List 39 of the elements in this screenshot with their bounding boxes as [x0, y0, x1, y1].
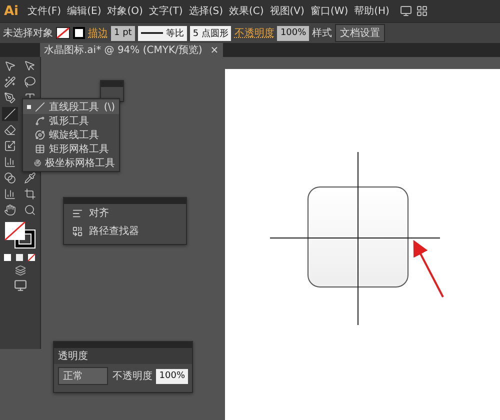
menu-item[interactable]: 帮助(H) — [353, 2, 390, 20]
opacity-label: 不透明度 — [112, 370, 152, 383]
opacity-label[interactable]: 不透明度 — [234, 26, 274, 40]
profile-dropdown[interactable]: 等比 — [138, 26, 187, 40]
panel-item[interactable]: 对齐 — [89, 206, 109, 220]
blend-mode-dropdown[interactable]: 正常 — [58, 367, 108, 385]
app-logo: Ai — [4, 4, 19, 18]
flyout-row[interactable]: 直线段工具 (\) — [23, 100, 119, 114]
panel-item[interactable]: 路径查找器 — [89, 224, 139, 238]
stroke-label[interactable]: 描边 — [88, 26, 108, 40]
stroke-weight-field[interactable]: 1 pt — [111, 26, 135, 40]
flyout-row[interactable]: 极坐标网格工具 — [23, 156, 119, 170]
document-setup-button[interactable]: 文档设置 — [335, 24, 386, 42]
opacity-field[interactable]: 100% — [277, 26, 310, 40]
flyout-item-label: 矩形网格工具 — [49, 142, 109, 156]
menu-item[interactable]: 文字(T) — [148, 2, 184, 20]
flyout-row[interactable]: 弧形工具 — [23, 114, 119, 128]
menu-item[interactable]: 选择(S) — [188, 2, 224, 20]
flyout-row[interactable]: 矩形网格工具 — [23, 142, 119, 156]
document-tab[interactable]: 水晶图标.ai* @ 94% (CMYK/预览) × — [40, 43, 223, 57]
menu-item[interactable]: 编辑(E) — [66, 2, 102, 20]
menu-item[interactable]: 对象(O) — [106, 2, 144, 20]
flyout-row[interactable]: 螺旋线工具 — [23, 128, 119, 142]
menu-item[interactable]: 窗口(W) — [309, 2, 350, 20]
opacity-field[interactable]: 100% — [156, 368, 188, 384]
shortcut-text: (\) — [104, 102, 115, 112]
close-button[interactable]: × — [210, 44, 219, 56]
flyout-item-label: 弧形工具 — [49, 115, 89, 128]
flyout-item-label: 直线段工具 — [49, 100, 99, 114]
menu-item[interactable]: 文件(F) — [26, 2, 62, 20]
flyout-item-label: 极坐标网格工具 — [45, 156, 115, 170]
selection-status: 未选择对象 — [3, 26, 53, 40]
document-title: 水晶图标.ai* @ 94% (CMYK/预览) — [44, 44, 202, 57]
menu-item[interactable]: 效果(C) — [228, 2, 265, 20]
style-label: 样式 — [312, 26, 332, 40]
panel-title[interactable]: 透明度 — [58, 349, 88, 363]
menu-item[interactable]: 视图(V) — [268, 2, 306, 20]
flyout-item-label: 螺旋线工具 — [49, 128, 99, 142]
brush-dropdown[interactable]: 5 点圆形 — [190, 26, 232, 40]
